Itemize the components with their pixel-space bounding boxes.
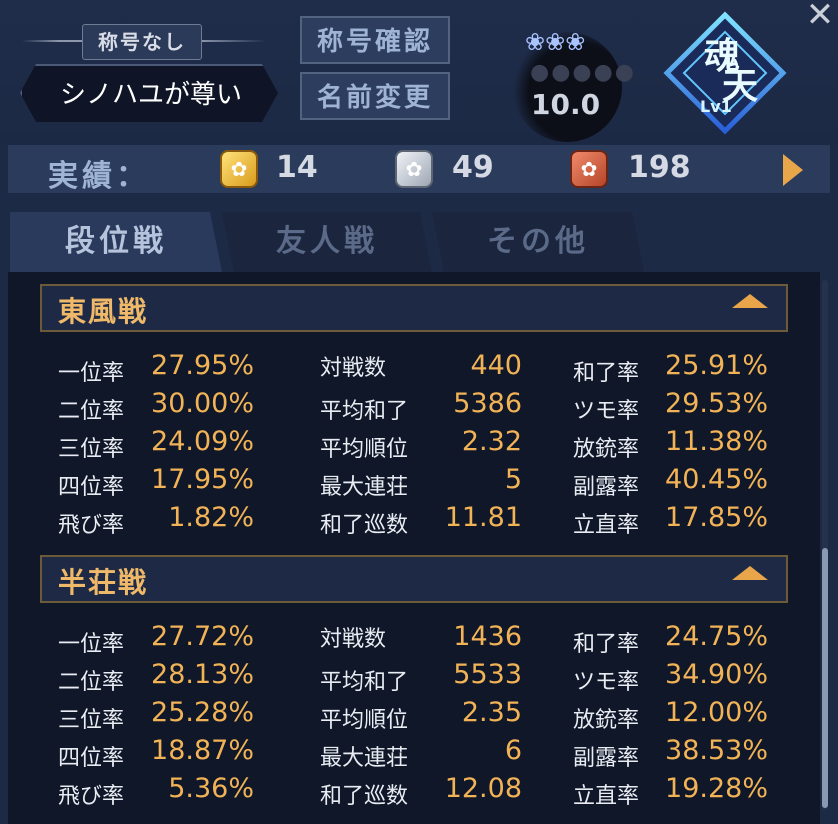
scrollbar-thumb[interactable] — [822, 548, 828, 808]
bronze-count: 198 — [628, 150, 691, 185]
stat-value: 19.28% — [665, 773, 768, 804]
stat-value: 1436 — [453, 621, 522, 652]
stat-value: 1.82% — [168, 502, 254, 533]
rank-score: 10.0 — [531, 88, 601, 121]
stat-label: 平均和了 — [320, 399, 409, 424]
stat-value: 11.38% — [665, 426, 768, 457]
title-divider-right — [200, 40, 266, 42]
stat-value: 5.36% — [168, 773, 254, 804]
gold-medal-icon: ✿ — [220, 150, 258, 188]
close-icon[interactable]: ✕ — [803, 0, 837, 34]
stat-label: 最大連荘 — [320, 475, 409, 500]
stat-label: 放銃率 — [573, 437, 640, 462]
section-title-hanchan: 半荘戦 — [58, 566, 149, 599]
stat-label: 四位率 — [58, 746, 125, 771]
stat-label: 一位率 — [58, 361, 125, 386]
stat-value: 27.72% — [151, 621, 254, 652]
stat-value: 29.53% — [665, 388, 768, 419]
stat-label: 平均順位 — [320, 708, 409, 733]
title-badge: 称号なし — [82, 24, 202, 60]
tab-other[interactable]: その他 — [432, 212, 644, 272]
stat-label: 四位率 — [58, 475, 125, 500]
stat-label: 二位率 — [58, 399, 125, 424]
tab-ranked[interactable]: 段位戦 — [10, 212, 222, 272]
name-change-button[interactable]: 名前変更 — [300, 72, 450, 120]
stat-value: 6 — [504, 735, 522, 766]
tab-friend[interactable]: 友人戦 — [222, 212, 432, 272]
stat-value: 5533 — [453, 659, 522, 690]
stat-label: 平均順位 — [320, 437, 409, 462]
stat-label: 和了率 — [573, 361, 640, 386]
title-divider-left — [22, 40, 84, 42]
stat-label: ツモ率 — [573, 399, 640, 424]
stat-value: 12.08 — [444, 773, 522, 804]
stat-value: 12.00% — [665, 697, 768, 728]
stat-label: 二位率 — [58, 670, 125, 695]
rank-emblem-icon[interactable]: 魂 Lv1 天 — [662, 10, 788, 136]
title-confirm-button[interactable]: 称号確認 — [300, 16, 450, 64]
stat-label: 放銃率 — [573, 708, 640, 733]
section-title-tonpu: 東風戦 — [58, 295, 149, 328]
stat-label: 和了率 — [573, 632, 640, 657]
stat-value: 38.53% — [665, 735, 768, 766]
emblem-char-2: 天 — [722, 66, 758, 107]
stat-label: 飛び率 — [58, 513, 125, 538]
stat-value: 18.87% — [151, 735, 254, 766]
stat-value: 24.75% — [665, 621, 768, 652]
player-name: シノハユが尊い — [20, 64, 278, 122]
stat-value: 2.32 — [461, 426, 522, 457]
rank-progress-dots: ●●●●● — [530, 60, 636, 85]
section-header-tonpu[interactable] — [40, 284, 788, 332]
stat-label: 対戦数 — [320, 627, 387, 652]
stat-label: 飛び率 — [58, 784, 125, 809]
stat-value: 17.85% — [665, 502, 768, 533]
stat-label: 対戦数 — [320, 356, 387, 381]
stat-value: 27.95% — [151, 350, 254, 381]
stat-label: 和了巡数 — [320, 784, 409, 809]
stat-label: 平均和了 — [320, 670, 409, 695]
stat-value: 25.28% — [151, 697, 254, 728]
stat-value: 28.13% — [151, 659, 254, 690]
gold-count: 14 — [276, 150, 318, 185]
stat-value: 34.90% — [665, 659, 768, 690]
stat-value: 40.45% — [665, 464, 768, 495]
stat-label: 立直率 — [573, 784, 640, 809]
stat-label: 副露率 — [573, 746, 640, 771]
stat-label: 一位率 — [58, 632, 125, 657]
stat-value: 5 — [504, 464, 522, 495]
silver-medal-icon: ✿ — [395, 150, 433, 188]
stat-label: 最大連荘 — [320, 746, 409, 771]
achievements-label: 実績： — [48, 159, 150, 194]
stat-value: 5386 — [453, 388, 522, 419]
rank-flower-icons: ❀❀❀ — [525, 28, 586, 56]
stat-label: 立直率 — [573, 513, 640, 538]
stat-label: 三位率 — [58, 708, 125, 733]
stat-label: 副露率 — [573, 475, 640, 500]
collapse-icon[interactable] — [732, 566, 768, 580]
bronze-medal-icon: ✿ — [570, 150, 608, 188]
silver-count: 49 — [452, 150, 494, 185]
collapse-icon[interactable] — [732, 294, 768, 308]
achievements-next-icon[interactable] — [783, 154, 803, 186]
section-header-hanchan[interactable] — [40, 555, 788, 603]
stat-label: ツモ率 — [573, 670, 640, 695]
stat-value: 25.91% — [665, 350, 768, 381]
stat-value: 11.81 — [444, 502, 522, 533]
stat-value: 30.00% — [151, 388, 254, 419]
stat-value: 440 — [470, 350, 522, 381]
stat-value: 24.09% — [151, 426, 254, 457]
stat-label: 三位率 — [58, 437, 125, 462]
stat-label: 和了巡数 — [320, 513, 409, 538]
stat-value: 17.95% — [151, 464, 254, 495]
stat-value: 2.35 — [461, 697, 522, 728]
